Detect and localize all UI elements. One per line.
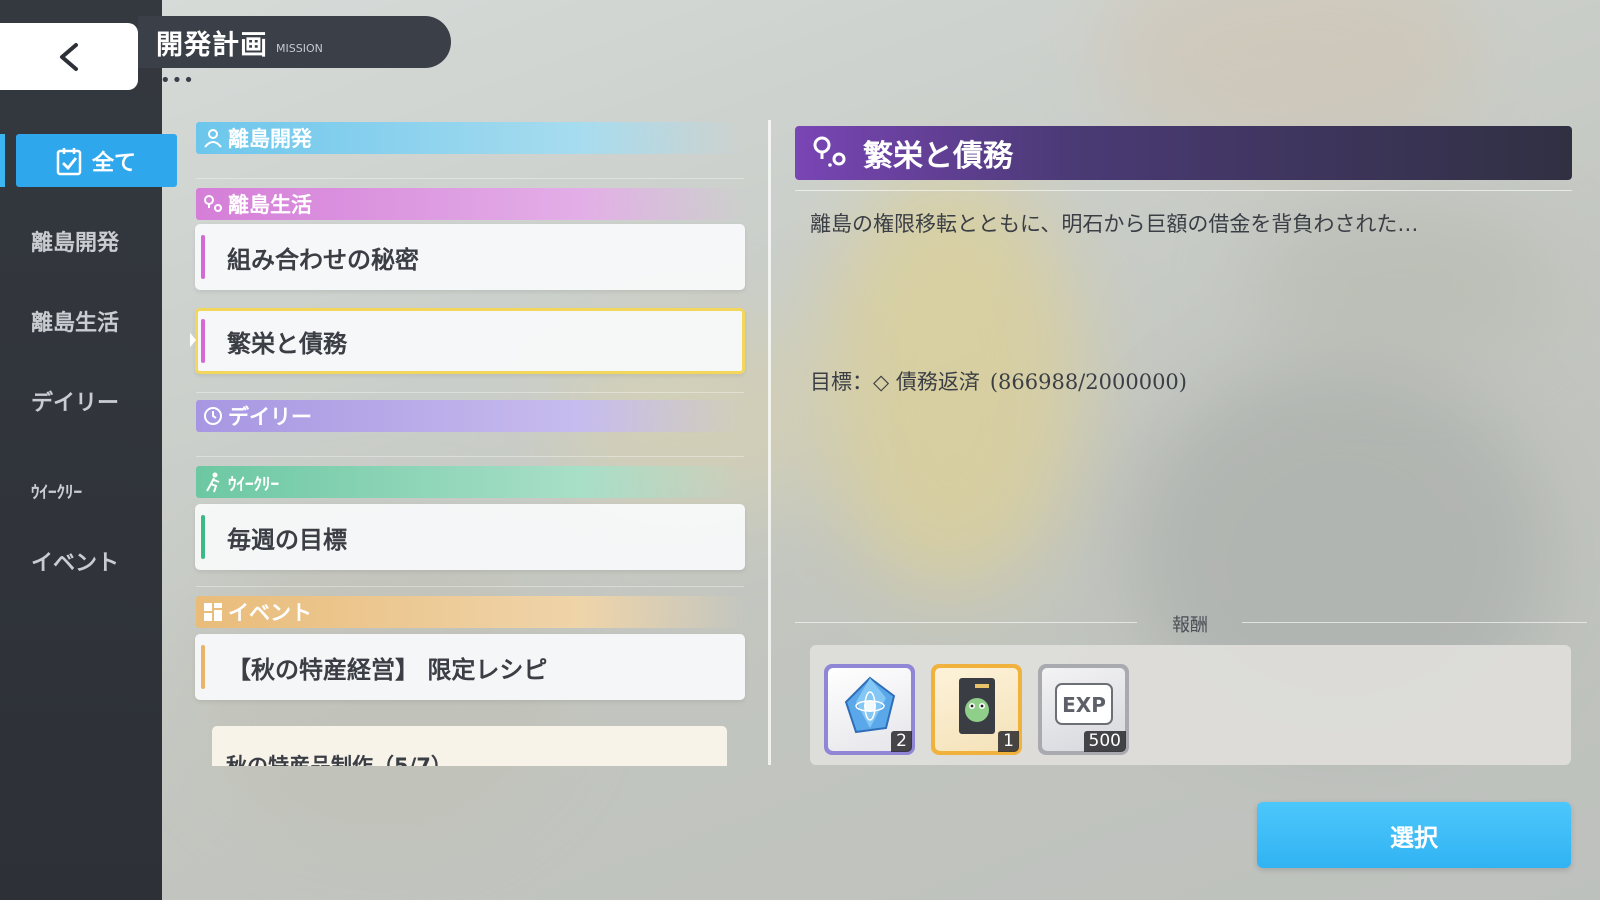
select-button[interactable]: 選択 [1257, 802, 1571, 868]
sidebar-item-event[interactable]: イベント [0, 545, 162, 577]
mission-list[interactable]: 離島開発 離島生活 組み合わせの秘密 繁栄と債務 デイリー ｳｲｰｸﾘｰ 毎週の… [190, 118, 752, 766]
sidebar-item-weekly[interactable]: ｳｲｰｸﾘｰ [0, 478, 162, 503]
mission-card-label: 組み合わせの秘密 [227, 245, 419, 274]
mission-card-label: 毎週の目標 [227, 525, 347, 554]
reward-qty: 1 [998, 731, 1019, 752]
crystal-icon [844, 676, 896, 734]
title-dots: ••• [160, 70, 195, 91]
detail-description: 離島の権限移転とともに、明石から巨額の借金を背負わされた… [810, 212, 1419, 236]
mission-card[interactable]: 毎週の目標 [195, 504, 745, 570]
divider [196, 178, 744, 179]
mission-card-selected[interactable]: 繁栄と債務 [195, 308, 745, 374]
back-button[interactable] [0, 23, 138, 90]
reward-qty: 500 [1083, 731, 1126, 752]
title-banner: 開発計画 MISSION [138, 16, 451, 68]
divider [1242, 622, 1587, 623]
selection-arrow-icon [190, 328, 196, 352]
mission-card[interactable]: 【秋の特産経営】 限定レシピ [195, 634, 745, 700]
map-pin-icon [204, 195, 222, 212]
reward-item-frog-card[interactable]: 1 [931, 664, 1022, 755]
page-title: 開発計画 [156, 29, 268, 61]
category-label: デイリー [228, 405, 312, 429]
sidebar-active-indicator [0, 134, 5, 187]
chevron-left-icon [60, 42, 78, 71]
reward-qty: 2 [891, 731, 912, 752]
category-weekly[interactable]: ｳｲｰｸﾘｰ [196, 466, 744, 498]
sidebar-item-island-life[interactable]: 離島生活 [0, 305, 162, 337]
mission-subcard[interactable]: 秋の特産品制作（5/7） [212, 726, 727, 766]
mission-card-label: 【秋の特産経営】 限定レシピ [227, 655, 548, 684]
sidebar-item-island-dev[interactable]: 離島開発 [0, 225, 162, 257]
detail-goal: 目標：◇ 債務返済 (866988/2000000) [810, 366, 1187, 396]
sidebar-item-daily[interactable]: デイリー [0, 385, 162, 417]
goal-progress: (866988/2000000) [989, 370, 1187, 394]
mission-subcard-label: 秋の特産品制作（5/7） [226, 754, 452, 766]
sidebar-item-all[interactable]: 全て [16, 134, 177, 187]
category-label: 離島生活 [228, 193, 312, 217]
svg-text:EXP: EXP [1062, 693, 1106, 717]
card-stripe [201, 515, 205, 559]
divider [196, 392, 744, 393]
person-icon [204, 129, 222, 148]
mission-card[interactable]: 組み合わせの秘密 [195, 224, 745, 290]
divider [795, 622, 1137, 623]
calendar-check-icon [56, 147, 82, 175]
divider [196, 586, 744, 587]
reward-item-exp[interactable]: EXP 500 [1038, 664, 1129, 755]
reward-item-crystal[interactable]: 2 [824, 664, 915, 755]
category-daily[interactable]: デイリー [196, 400, 744, 432]
reward-list: 2 1 EXP 500 [810, 645, 1571, 765]
page-subtitle: MISSION [276, 41, 323, 55]
category-label: ｳｲｰｸﾘｰ [228, 474, 279, 495]
detail-title: 繁栄と債務 [863, 139, 1013, 174]
goal-label: 目標：◇ 債務返済 [810, 370, 980, 394]
clock-history-icon [204, 407, 222, 425]
exp-icon: EXP [1055, 683, 1113, 725]
map-pin-icon [813, 136, 846, 167]
category-island-life[interactable]: 離島生活 [196, 188, 744, 220]
runner-icon [206, 472, 220, 493]
frog-card-icon [959, 678, 995, 734]
panel-divider [768, 120, 771, 765]
sidebar-item-all-label: 全て [92, 150, 137, 176]
reward-label: 報酬 [1172, 615, 1208, 636]
mission-card-label: 繁栄と債務 [227, 329, 347, 358]
category-label: イベント [228, 601, 312, 625]
category-island-dev[interactable]: 離島開発 [196, 122, 744, 154]
category-event[interactable]: イベント [196, 596, 744, 628]
card-stripe [201, 319, 205, 363]
card-stripe [201, 235, 205, 279]
detail-header: 繁栄と債務 [795, 126, 1572, 180]
divider [196, 456, 744, 457]
divider [795, 190, 1572, 191]
grid-icon [204, 603, 222, 621]
category-label: 離島開発 [228, 127, 312, 151]
card-stripe [201, 645, 205, 689]
